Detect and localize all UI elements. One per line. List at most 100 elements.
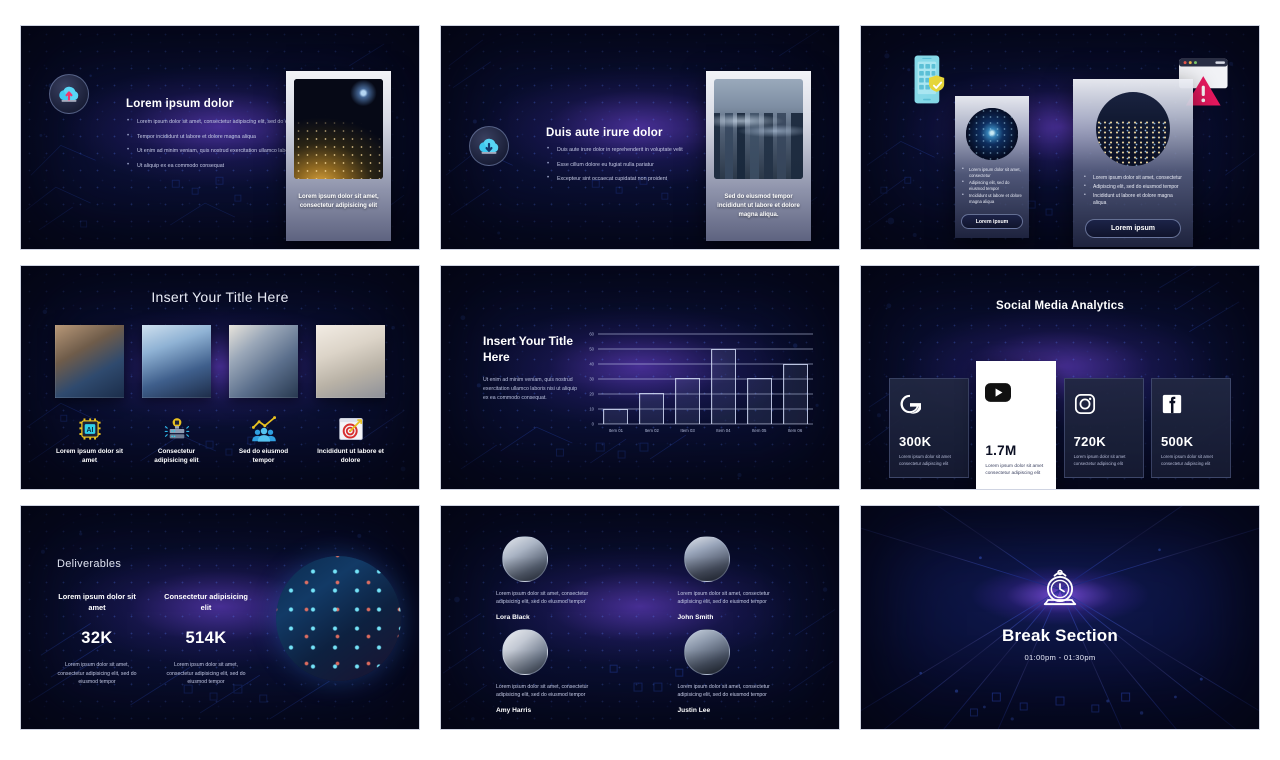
earth-network-night-image <box>294 79 383 179</box>
bar[interactable] <box>675 377 701 424</box>
info-card-left[interactable]: Lorem ipsum dolor sit amet, consectetur … <box>955 96 1029 238</box>
bullet-item: Duis aute irure dolor in reprehenderit i… <box>546 145 726 155</box>
gallery-image-row <box>21 325 419 398</box>
bullet-item: Ut aliquip ex ea commodo consequat <box>126 161 306 171</box>
bar[interactable] <box>639 392 665 424</box>
card-bullet-list: Lorem ipsum dolor sit amet, consectetur … <box>962 166 1022 206</box>
svg-text:AI: AI <box>86 426 93 433</box>
bullet-item: Excepteur sint occaecat cupidatat non pr… <box>546 174 726 184</box>
info-card-right[interactable]: Lorem ipsum dolor sit amet, consectetur … <box>1073 79 1193 247</box>
feature-item[interactable]: Incididunt ut labore et dolore <box>316 412 385 466</box>
night-city-circle-image <box>1096 92 1170 166</box>
cloud-download-icon <box>469 126 509 166</box>
data-server-circle-image <box>276 556 401 681</box>
slide-deck: Lorem ipsum dolor Lorem ipsum dolor sit … <box>0 0 1280 760</box>
team-avatar-1 <box>502 536 548 582</box>
metric-caption: Lorem ipsum dolor sit amet consectetur a… <box>1073 454 1126 466</box>
y-tick-label: 20 <box>589 391 594 397</box>
x-tick-label: Item 03 <box>680 428 695 433</box>
photo-card: Lorem ipsum dolor sit amet, consectetur … <box>286 71 391 241</box>
bullet-item: Lorem ipsum dolor sit amet, consectetur <box>962 166 1022 179</box>
metric-value: 1.7M <box>985 443 1017 458</box>
feature-label: Incididunt ut labore et dolore <box>317 448 384 465</box>
bullet-item: Ut enim ad minim veniam, quis nostrud ex… <box>126 146 306 156</box>
card-cta-button[interactable]: Lorem ipsum <box>1085 219 1181 238</box>
bar[interactable] <box>710 349 736 424</box>
metric-columns: Lorem ipsum dolor sit amet 32K Lorem ips… <box>51 592 252 686</box>
card-cta-button[interactable]: Lorem ipsum <box>961 214 1023 229</box>
bullet-item: Adipiscing elit, sed do eiusmod tempor <box>1084 183 1182 191</box>
member-description: Lorem ipsum dolor sit amet, consectetur … <box>496 591 589 606</box>
photo-card: Sed do eiusmod tempor incididunt ut labo… <box>706 71 811 241</box>
bullet-list: Lorem ipsum dolor sit amet, consectetur … <box>126 117 306 177</box>
social-card-facebook[interactable]: 500K Lorem ipsum dolor sit amet consecte… <box>1150 378 1231 478</box>
bar[interactable] <box>746 377 772 424</box>
member-name: Lora Black <box>496 614 530 622</box>
slide-two-cards[interactable]: Lorem ipsum dolor sit amet, consectetur … <box>860 25 1260 250</box>
social-card-instagram[interactable]: 720K Lorem ipsum dolor sit amet consecte… <box>1063 378 1144 478</box>
team-avatar-3 <box>502 629 548 676</box>
member-name: Justin Lee <box>677 707 711 715</box>
metric-value: 32K <box>81 629 113 648</box>
photo-caption: Lorem ipsum dolor sit amet, consectetur … <box>298 194 379 209</box>
slide-cloud-download[interactable]: Duis aute irure dolor Duis aute irure do… <box>440 25 840 250</box>
metric-caption: Lorem ipsum dolor sit amet, consectetur … <box>166 662 246 686</box>
bullet-item: Incididunt ut labore et dolore magna ali… <box>1084 192 1182 208</box>
team-member[interactable]: Lorem ipsum dolor sit amet, consectetur … <box>678 629 800 714</box>
nebula-circle-image <box>966 108 1018 160</box>
metric-value: 514K <box>185 629 227 648</box>
slide-heading: Lorem ipsum dolor <box>126 98 234 110</box>
alarm-clock-icon <box>1038 567 1082 616</box>
y-tick-label: 0 <box>591 421 594 427</box>
bar[interactable] <box>782 364 808 424</box>
bullet-list: Duis aute irure dolor in reprehenderit i… <box>546 145 726 190</box>
feature-item[interactable]: AI Lorem ipsum dolor sit amet <box>55 412 124 466</box>
metric-value: 300K <box>899 434 932 450</box>
metric-value: 500K <box>1160 434 1194 450</box>
metric-heading: Lorem ipsum dolor sit amet <box>58 592 136 612</box>
member-name: Amy Harris <box>496 707 532 715</box>
gallery-feature-row: AI Lorem ipsum dolor sit amet Consectetu… <box>21 412 419 466</box>
tablet-data-image <box>142 325 211 398</box>
social-card-youtube[interactable]: 1.7M Lorem ipsum dolor sit amet consecte… <box>976 361 1057 489</box>
x-tick-label: Item 05 <box>752 428 767 433</box>
feature-label: Consectetur adipisicing elit <box>154 448 199 465</box>
metric-heading: Consectetur adipisicing elit <box>164 592 248 612</box>
team-member[interactable]: Lorem ipsum dolor sit amet, consectetur … <box>496 629 618 714</box>
bar[interactable] <box>603 409 629 424</box>
growth-people-icon <box>229 412 298 445</box>
x-tick-label: Item 04 <box>716 428 731 433</box>
feature-item[interactable]: Consectetur adipisicing elit <box>142 412 211 466</box>
phone-shield-icon <box>914 55 945 104</box>
social-card-row: 300K Lorem ipsum dolor sit amet consecte… <box>889 361 1231 489</box>
bar-chart: 60 50 40 30 20 10 0 <box>581 331 813 427</box>
slide-deliverables[interactable]: Deliverables Lorem ipsum dolor sit amet … <box>20 505 420 730</box>
slide-team[interactable]: Lorem ipsum dolor sit amet, consectetur … <box>440 505 840 730</box>
social-card-google[interactable]: 300K Lorem ipsum dolor sit amet consecte… <box>889 378 969 478</box>
team-member[interactable]: Lorem ipsum dolor sit amet, consectetur … <box>496 536 618 621</box>
page-title: Insert Your Title Here <box>151 289 289 305</box>
metric-caption: Lorem ipsum dolor sit amet consectetur a… <box>1160 454 1213 466</box>
team-member[interactable]: Lorem ipsum dolor sit amet, consectetur … <box>678 536 800 621</box>
youtube-icon <box>985 371 1047 413</box>
welding-hud-image <box>55 325 124 398</box>
facebook-icon <box>1161 389 1221 419</box>
slide-social[interactable]: Social Media Analytics 300K Lorem ipsum … <box>860 265 1260 490</box>
y-tick-label: 60 <box>589 331 594 337</box>
slide-gallery[interactable]: Insert Your Title Here AI Lorem ipsum do… <box>20 265 420 490</box>
cloud-upload-icon <box>49 74 89 114</box>
x-axis-labels: Item 01 Item 02 Item 03 Item 04 Item 05 … <box>598 428 813 433</box>
feature-label: Lorem ipsum dolor sit amet <box>55 448 124 465</box>
metric-value: 720K <box>1073 434 1106 450</box>
slide-cloud-upload[interactable]: Lorem ipsum dolor Lorem ipsum dolor sit … <box>20 25 420 250</box>
slide-chart[interactable]: Insert Your Title Here Ut enim ad minim … <box>440 265 840 490</box>
bullet-item: Lorem ipsum dolor sit amet, consectetur <box>1084 174 1182 182</box>
city-network-image <box>714 79 803 179</box>
feature-item[interactable]: Sed do eiusmod tempor <box>229 412 298 466</box>
x-tick-label: Item 06 <box>787 428 803 433</box>
member-description: Lorem ipsum dolor sit amet, consectetur … <box>496 684 589 699</box>
metric-caption: Lorem ipsum dolor sit amet consectetur a… <box>985 464 1044 477</box>
slide-break[interactable]: Break Section 01:00pm - 01:30pm <box>860 505 1260 730</box>
factory-arm-image <box>229 325 298 398</box>
page-title: Social Media Analytics <box>996 300 1124 312</box>
